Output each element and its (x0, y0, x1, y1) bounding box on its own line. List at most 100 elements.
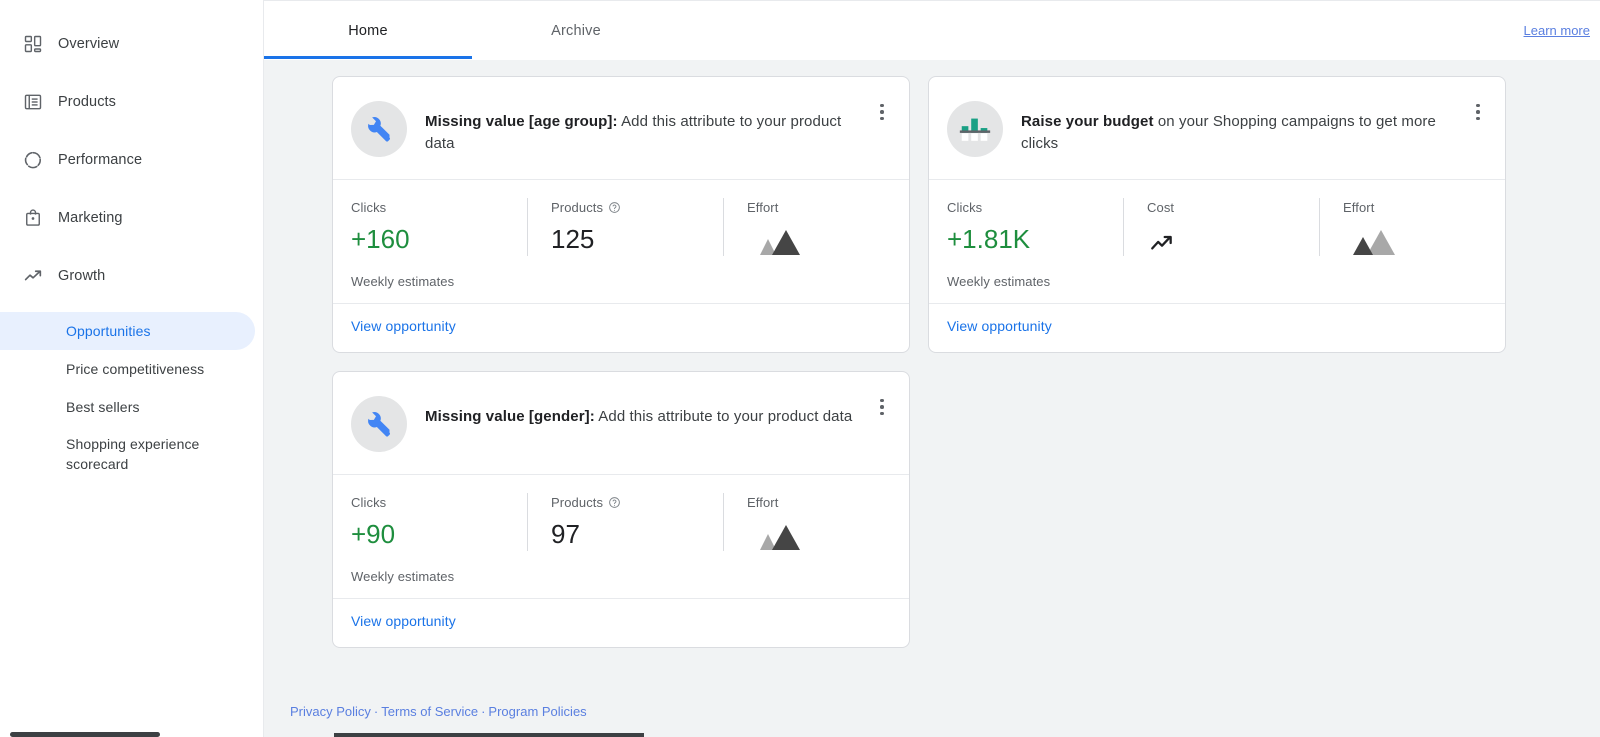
metric-clicks: Clicks +160 (351, 198, 527, 256)
card-header: Raise your budget on your Shopping campa… (929, 77, 1505, 179)
metric-products: Products 97 (527, 493, 723, 551)
sidebar-subnav: Opportunities Price competitiveness Best… (0, 312, 263, 482)
sidebar-subitem-label: Shopping experience scorecard (66, 436, 200, 472)
metric-effort: Effort (723, 198, 903, 256)
privacy-policy-link[interactable]: Privacy Policy (290, 704, 371, 719)
program-policies-link[interactable]: Program Policies (488, 704, 586, 719)
effort-low-icon (1343, 224, 1489, 256)
metric-value: +1.81K (947, 224, 1031, 254)
metric-value: 97 (551, 519, 580, 549)
metrics-note: Weekly estimates (351, 274, 455, 289)
metric-effort: Effort (1319, 198, 1499, 256)
card-title: Raise your budget on your Shopping campa… (1021, 99, 1485, 155)
tab-home[interactable]: Home (264, 3, 472, 59)
more-options-icon[interactable] (869, 97, 895, 127)
view-opportunity-link[interactable]: View opportunity (351, 613, 456, 629)
app-root: Overview Products Performance Marketing … (0, 0, 1600, 737)
opportunity-card: Raise your budget on your Shopping campa… (928, 76, 1506, 353)
card-title-bold: Missing value [gender]: (425, 408, 595, 425)
more-options-icon[interactable] (869, 392, 895, 422)
sidebar-subitem-label: Opportunities (66, 323, 151, 339)
effort-high-icon (747, 224, 893, 256)
metric-value: 125 (551, 224, 595, 254)
sidebar-item-overview[interactable]: Overview (0, 22, 263, 66)
sidebar-item-label: Growth (58, 268, 106, 284)
wrench-icon (351, 396, 407, 452)
card-header: Missing value [age group]: Add this attr… (333, 77, 909, 179)
metric-label-text: Products (551, 199, 604, 215)
sidebar-horizontal-scrollbar[interactable] (10, 732, 160, 737)
metric-label: Effort (747, 199, 779, 215)
metric-label: Products (551, 493, 713, 511)
sidebar-item-products[interactable]: Products (0, 80, 263, 124)
metric-label: Effort (747, 494, 779, 510)
sidebar-item-label: Products (58, 94, 117, 110)
wrench-icon (351, 101, 407, 157)
card-footer: View opportunity (333, 598, 909, 647)
metrics-note: Weekly estimates (351, 569, 455, 584)
card-footer: View opportunity (929, 303, 1505, 352)
tab-archive[interactable]: Archive (472, 3, 680, 59)
card-header: Missing value [gender]: Add this attribu… (333, 372, 909, 474)
sidebar-subitem-label: Best sellers (66, 399, 140, 415)
metric-label-text: Products (551, 494, 604, 510)
terms-of-service-link[interactable]: Terms of Service (381, 704, 478, 719)
main-content: Home Archive Learn more Missing value [a… (264, 0, 1600, 737)
sidebar-item-growth[interactable]: Growth (0, 254, 263, 298)
footer-links: Privacy Policy · Terms of Service · Program … (264, 704, 587, 719)
help-circle-icon[interactable] (608, 201, 621, 214)
metric-clicks: Clicks +1.81K (947, 198, 1123, 256)
sidebar-item-shopping-experience-scorecard[interactable]: Shopping experience scorecard (0, 426, 255, 482)
metric-label: Clicks (351, 494, 387, 510)
card-title: Missing value [age group]: Add this attr… (425, 99, 889, 155)
sidebar-item-best-sellers[interactable]: Best sellers (0, 388, 255, 426)
opportunity-card: Missing value [age group]: Add this attr… (332, 76, 910, 353)
footer-separator: · (481, 704, 486, 719)
card-metrics: Clicks +1.81K Cost Effort Weekly estimat… (929, 179, 1505, 303)
footer-separator: · (373, 704, 379, 719)
view-opportunity-link[interactable]: View opportunity (947, 318, 1052, 334)
sidebar-subitem-label: Price competitiveness (66, 361, 205, 377)
view-opportunity-link[interactable]: View opportunity (351, 318, 456, 334)
card-title-bold: Raise your budget (1021, 113, 1154, 130)
more-options-icon[interactable] (1465, 97, 1491, 127)
tab-label: Archive (551, 23, 601, 39)
metric-label: Effort (1343, 199, 1375, 215)
metric-value: +160 (351, 224, 410, 254)
card-footer: View opportunity (333, 303, 909, 352)
sidebar: Overview Products Performance Marketing … (0, 0, 264, 737)
bar-chart-icon (947, 101, 1003, 157)
opportunity-card: Missing value [gender]: Add this attribu… (332, 371, 910, 648)
tab-bar: Home Archive Learn more (264, 0, 1600, 60)
sidebar-item-price-competitiveness[interactable]: Price competitiveness (0, 350, 255, 388)
performance-circle-icon (22, 149, 44, 171)
metric-label: Clicks (351, 199, 387, 215)
opportunities-panel: Missing value [age group]: Add this attr… (264, 60, 1600, 737)
trending-up-icon (22, 265, 44, 287)
sidebar-item-performance[interactable]: Performance (0, 138, 263, 182)
metric-effort: Effort (723, 493, 903, 551)
metric-value: +90 (351, 519, 396, 549)
opportunity-card-grid: Missing value [age group]: Add this attr… (264, 76, 1529, 648)
help-circle-icon[interactable] (608, 496, 621, 509)
card-title-rest: Add this attribute to your product data (594, 408, 853, 425)
shopping-bag-icon (22, 207, 44, 229)
metric-cost: Cost (1123, 198, 1319, 256)
card-metrics: Clicks +160 Products 125 Effort Weekly e… (333, 179, 909, 303)
metric-label: Cost (1147, 199, 1175, 215)
card-title-bold: Missing value [age group]: (425, 113, 618, 130)
metric-label: Products (551, 198, 713, 216)
sidebar-item-marketing[interactable]: Marketing (0, 196, 263, 240)
card-title: Missing value [gender]: Add this attribu… (425, 394, 888, 428)
effort-high-icon (747, 519, 893, 551)
tab-label: Home (348, 23, 388, 39)
metric-products: Products 125 (527, 198, 723, 256)
dashboard-icon (22, 33, 44, 55)
sidebar-item-opportunities[interactable]: Opportunities (0, 312, 255, 350)
metric-label: Clicks (947, 199, 983, 215)
sidebar-item-label: Overview (58, 36, 120, 52)
learn-more-link[interactable]: Learn more (1524, 23, 1590, 38)
metric-clicks: Clicks +90 (351, 493, 527, 551)
horizontal-scrollbar[interactable] (334, 733, 644, 737)
list-icon (22, 91, 44, 113)
